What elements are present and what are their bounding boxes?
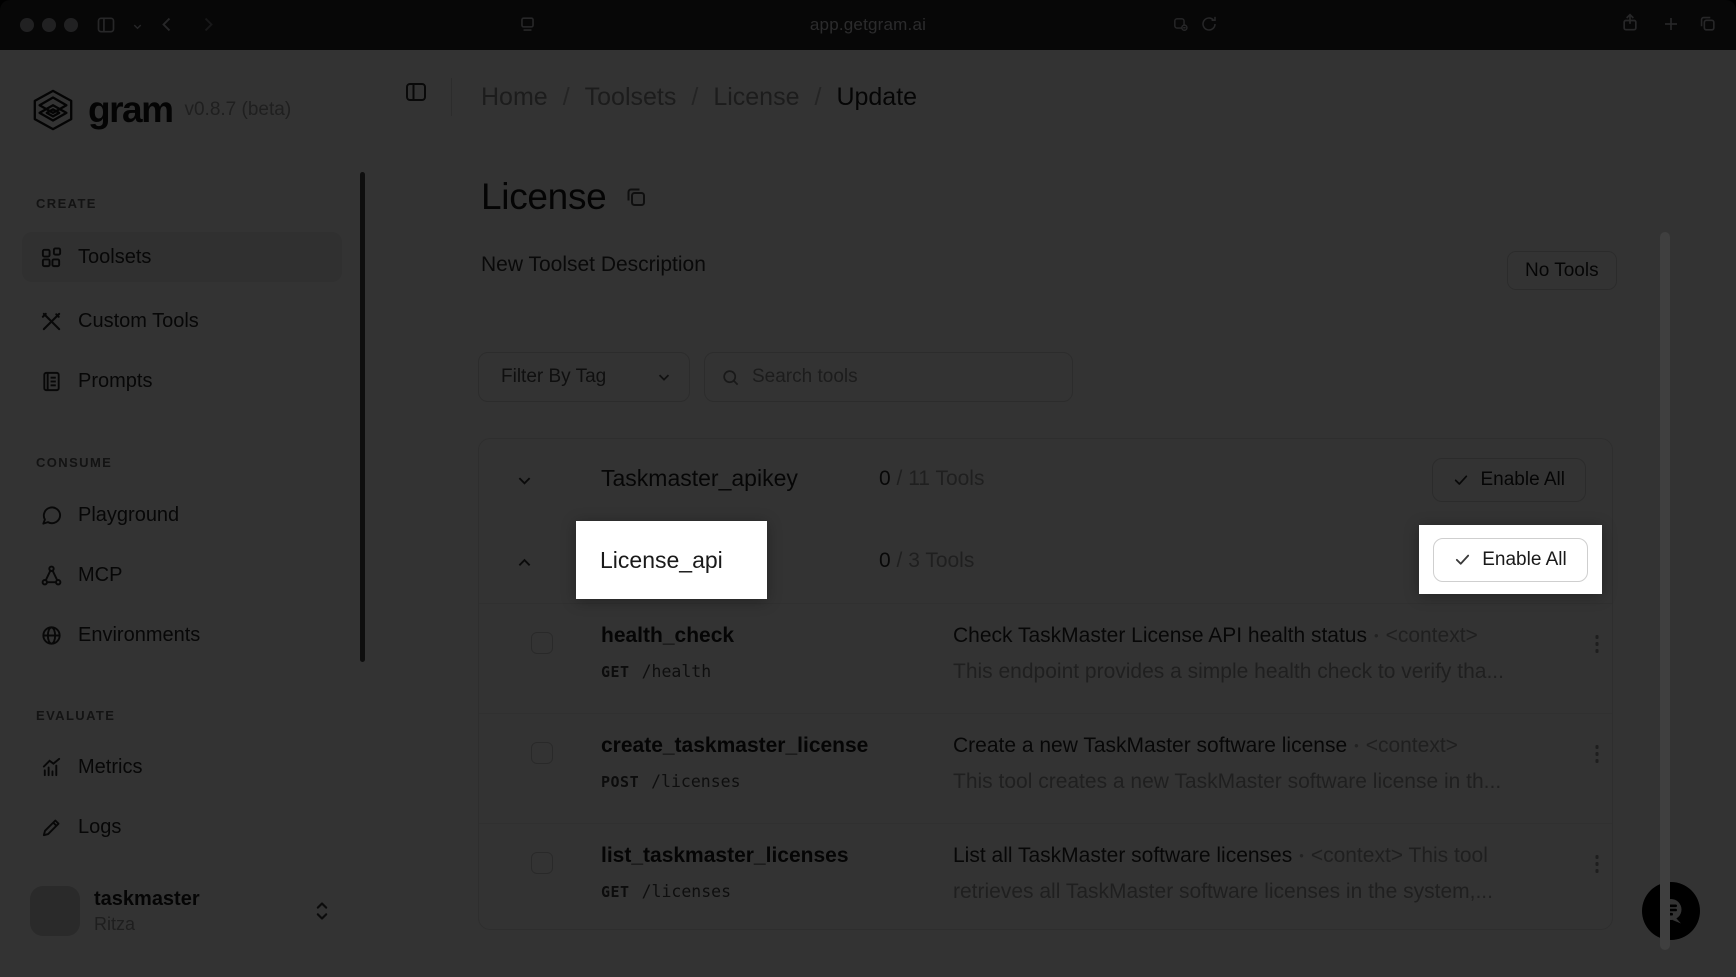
tour-dim-overlay <box>0 0 1736 977</box>
spotlight-license-api: License_api <box>576 521 767 599</box>
enable-all-button-highlighted[interactable]: Enable All <box>1433 538 1588 582</box>
highlighted-group-name: License_api <box>600 547 723 574</box>
check-icon <box>1454 551 1471 568</box>
page-scrollbar[interactable] <box>1660 232 1670 950</box>
spotlight-enable-all: Enable All <box>1419 525 1602 594</box>
